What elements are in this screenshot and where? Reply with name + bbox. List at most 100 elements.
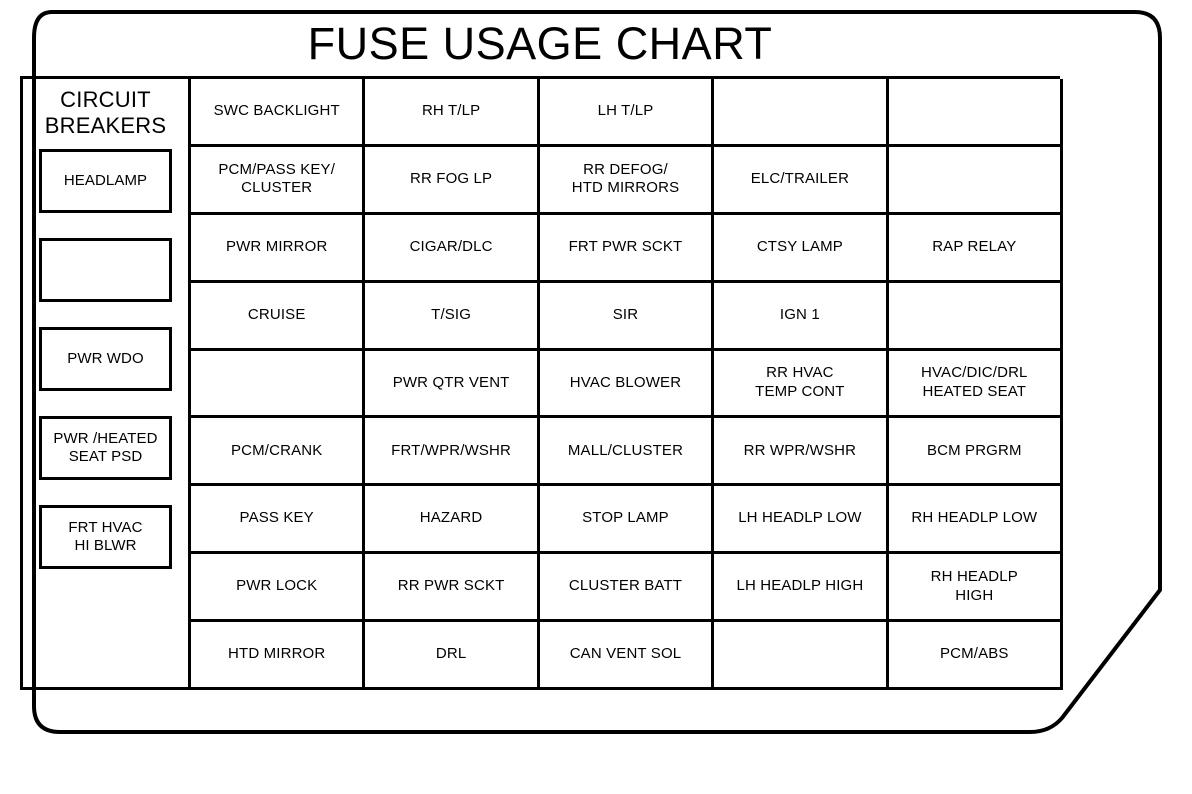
fuse-cell[interactable]: CLUSTER BATT [539, 554, 715, 623]
fuse-cell-label: RR WPR/WSHR [743, 441, 857, 459]
fuse-cell-label: RR HVAC [766, 364, 834, 382]
fuse-cell[interactable]: FRT PWR SCKT [539, 214, 715, 283]
fuse-cell[interactable]: PCM/CRANK [191, 418, 366, 487]
fuse-cell-label: CTSY LAMP [756, 237, 843, 255]
fuse-cell-empty[interactable] [714, 622, 889, 690]
fuse-cell[interactable]: ELC/TRAILER [714, 146, 889, 215]
fuse-cell[interactable]: RH T/LP [365, 79, 540, 147]
fuse-cell[interactable]: PWR LOCK [191, 554, 366, 623]
fuse-cell[interactable]: RH HEADLP LOW [888, 486, 1063, 555]
circuit-breaker-label: SEAT PSD [68, 448, 143, 466]
fuse-cell-label: ELC/TRAILER [750, 169, 850, 187]
fuse-cell[interactable]: BCM PRGRM [888, 418, 1063, 487]
fuse-cell-label: RH T/LP [421, 102, 481, 120]
fuse-cell[interactable]: HTD MIRROR [191, 622, 366, 690]
fuse-cell-label: PASS KEY [239, 509, 314, 527]
circuit-breaker-box[interactable]: HEADLAMP [39, 149, 172, 214]
fuse-cell[interactable]: CAN VENT SOL [539, 622, 715, 690]
circuit-breaker-label: HI BLWR [74, 537, 137, 555]
fuse-cell[interactable]: RR DEFOG/HTD MIRRORS [539, 146, 715, 215]
fuse-cell-label: SWC BACKLIGHT [213, 102, 340, 120]
circuit-breaker-list: HEADLAMP PWR WDO PWR /HEATED SEAT PSD FR… [23, 149, 188, 570]
circuit-breaker-box[interactable]: PWR /HEATED SEAT PSD [39, 416, 172, 481]
fuse-cell[interactable]: LH HEADLP HIGH [714, 554, 889, 623]
fuse-cell-empty[interactable] [888, 79, 1063, 147]
fuse-cell-label: LH HEADLP HIGH [736, 577, 864, 595]
fuse-cell-empty[interactable] [888, 282, 1063, 351]
fuse-cell[interactable]: PCM/ABS [888, 622, 1063, 690]
fuse-cell-label: FRT/WPR/WSHR [391, 441, 512, 459]
fuse-cell-label: RR DEFOG/ [583, 160, 668, 178]
fuse-cell-label: IGN 1 [779, 305, 820, 323]
fuse-cell[interactable]: RR WPR/WSHR [714, 418, 889, 487]
fuse-cell[interactable]: PCM/PASS KEY/CLUSTER [191, 146, 366, 215]
fuse-cell[interactable]: CRUISE [191, 282, 366, 351]
fuse-cell[interactable]: RR HVAC TEMP CONT [714, 350, 889, 419]
fuse-cell[interactable]: HVAC/DIC/DRL HEATED SEAT [888, 350, 1063, 419]
fuse-cell-empty[interactable] [888, 146, 1063, 215]
fuse-cell[interactable]: RR PWR SCKT [365, 554, 540, 623]
fuse-cell[interactable]: CIGAR/DLC [365, 214, 540, 283]
fuse-cell[interactable]: STOP LAMP [539, 486, 715, 555]
fuse-cell-label: PCM/PASS KEY/ [218, 160, 336, 178]
fuse-cell[interactable]: RAP RELAY [888, 214, 1063, 283]
fuse-cell[interactable]: PASS KEY [191, 486, 366, 555]
fuse-cell-label: HEATED SEAT [922, 382, 1027, 400]
fuse-cell[interactable]: SIR [539, 282, 715, 351]
fuse-cell-label: PWR QTR VENT [392, 373, 510, 391]
fuse-cell-label: HVAC BLOWER [569, 373, 682, 391]
circuit-breakers-heading-line1: CIRCUIT [60, 87, 151, 112]
fuse-cell[interactable]: T/SIG [365, 282, 540, 351]
fuse-cell-label: HIGH [955, 586, 994, 604]
circuit-breaker-label: FRT HVAC [68, 518, 143, 536]
fuse-cell-label: CRUISE [247, 305, 306, 323]
fuse-cell-label: FRT PWR SCKT [568, 237, 683, 255]
fuse-cell-label: STOP LAMP [582, 509, 669, 527]
fuse-cell[interactable]: LH HEADLP LOW [714, 486, 889, 555]
circuit-breaker-label: HEADLAMP [63, 171, 148, 189]
fuse-cell-label: RH HEADLP LOW [911, 509, 1038, 527]
fuse-cell-label: HAZARD [419, 509, 483, 527]
fuse-cell-label: BCM PRGRM [926, 441, 1022, 459]
fuse-cell[interactable]: LH T/LP [539, 79, 715, 147]
fuse-cell-label: CIGAR/DLC [409, 237, 493, 255]
fuse-cell[interactable]: FRT/WPR/WSHR [365, 418, 540, 487]
fuse-cell[interactable]: DRL [365, 622, 540, 690]
fuse-cell[interactable]: SWC BACKLIGHT [191, 79, 366, 147]
fuse-cell[interactable]: HVAC BLOWER [539, 350, 715, 419]
fuse-cell[interactable]: MALL/CLUSTER [539, 418, 715, 487]
fuse-cell-label: T/SIG [431, 305, 472, 323]
fuse-grid: SWC BACKLIGHT RH T/LP LH T/LP PCM/PASS KEY/… [191, 79, 1063, 690]
fuse-cell-label: DRL [435, 645, 467, 663]
fuse-cell-label: RH HEADLP [930, 567, 1018, 585]
circuit-breaker-box[interactable]: FRT HVAC HI BLWR [39, 505, 172, 570]
fuse-cell-label: CAN VENT SOL [569, 645, 682, 663]
fuse-cell[interactable]: RR FOG LP [365, 146, 540, 215]
fuse-cell-label: HTD MIRROR [228, 645, 326, 663]
fuse-cell-label: LH HEADLP LOW [738, 509, 862, 527]
circuit-breaker-label: PWR WDO [67, 349, 144, 367]
fuse-cell[interactable]: HAZARD [365, 486, 540, 555]
fuse-cell-label: TEMP CONT [755, 382, 845, 400]
fuse-cell-label: RR PWR SCKT [397, 577, 505, 595]
fuse-cell-label: CLUSTER BATT [568, 577, 683, 595]
circuit-breaker-box[interactable] [39, 238, 172, 303]
circuit-breakers-column: CIRCUIT BREAKERS HEADLAMP PWR WDO PWR /H… [23, 79, 191, 690]
fuse-cell-label: MALL/CLUSTER [567, 441, 684, 459]
fuse-cell[interactable]: RH HEADLP HIGH [888, 554, 1063, 623]
fuse-usage-chart: CIRCUIT BREAKERS HEADLAMP PWR WDO PWR /H… [20, 76, 1063, 690]
fuse-cell-label: RR FOG LP [409, 169, 493, 187]
fuse-cell-label: RAP RELAY [932, 237, 1017, 255]
fuse-cell[interactable]: PWR MIRROR [191, 214, 366, 283]
circuit-breakers-heading: CIRCUIT BREAKERS [45, 87, 166, 138]
fuse-cell-label: PWR LOCK [236, 577, 318, 595]
fuse-cell-label: SIR [612, 305, 639, 323]
fuse-cell-label: PWR MIRROR [225, 237, 328, 255]
fuse-cell[interactable]: CTSY LAMP [714, 214, 889, 283]
fuse-cell-empty[interactable] [191, 350, 366, 419]
fuse-cell[interactable]: PWR QTR VENT [365, 350, 540, 419]
fuse-cell-empty[interactable] [714, 79, 889, 147]
circuit-breaker-box[interactable]: PWR WDO [39, 327, 172, 392]
fuse-cell-label: HVAC/DIC/DRL [921, 364, 1028, 382]
fuse-cell[interactable]: IGN 1 [714, 282, 889, 351]
